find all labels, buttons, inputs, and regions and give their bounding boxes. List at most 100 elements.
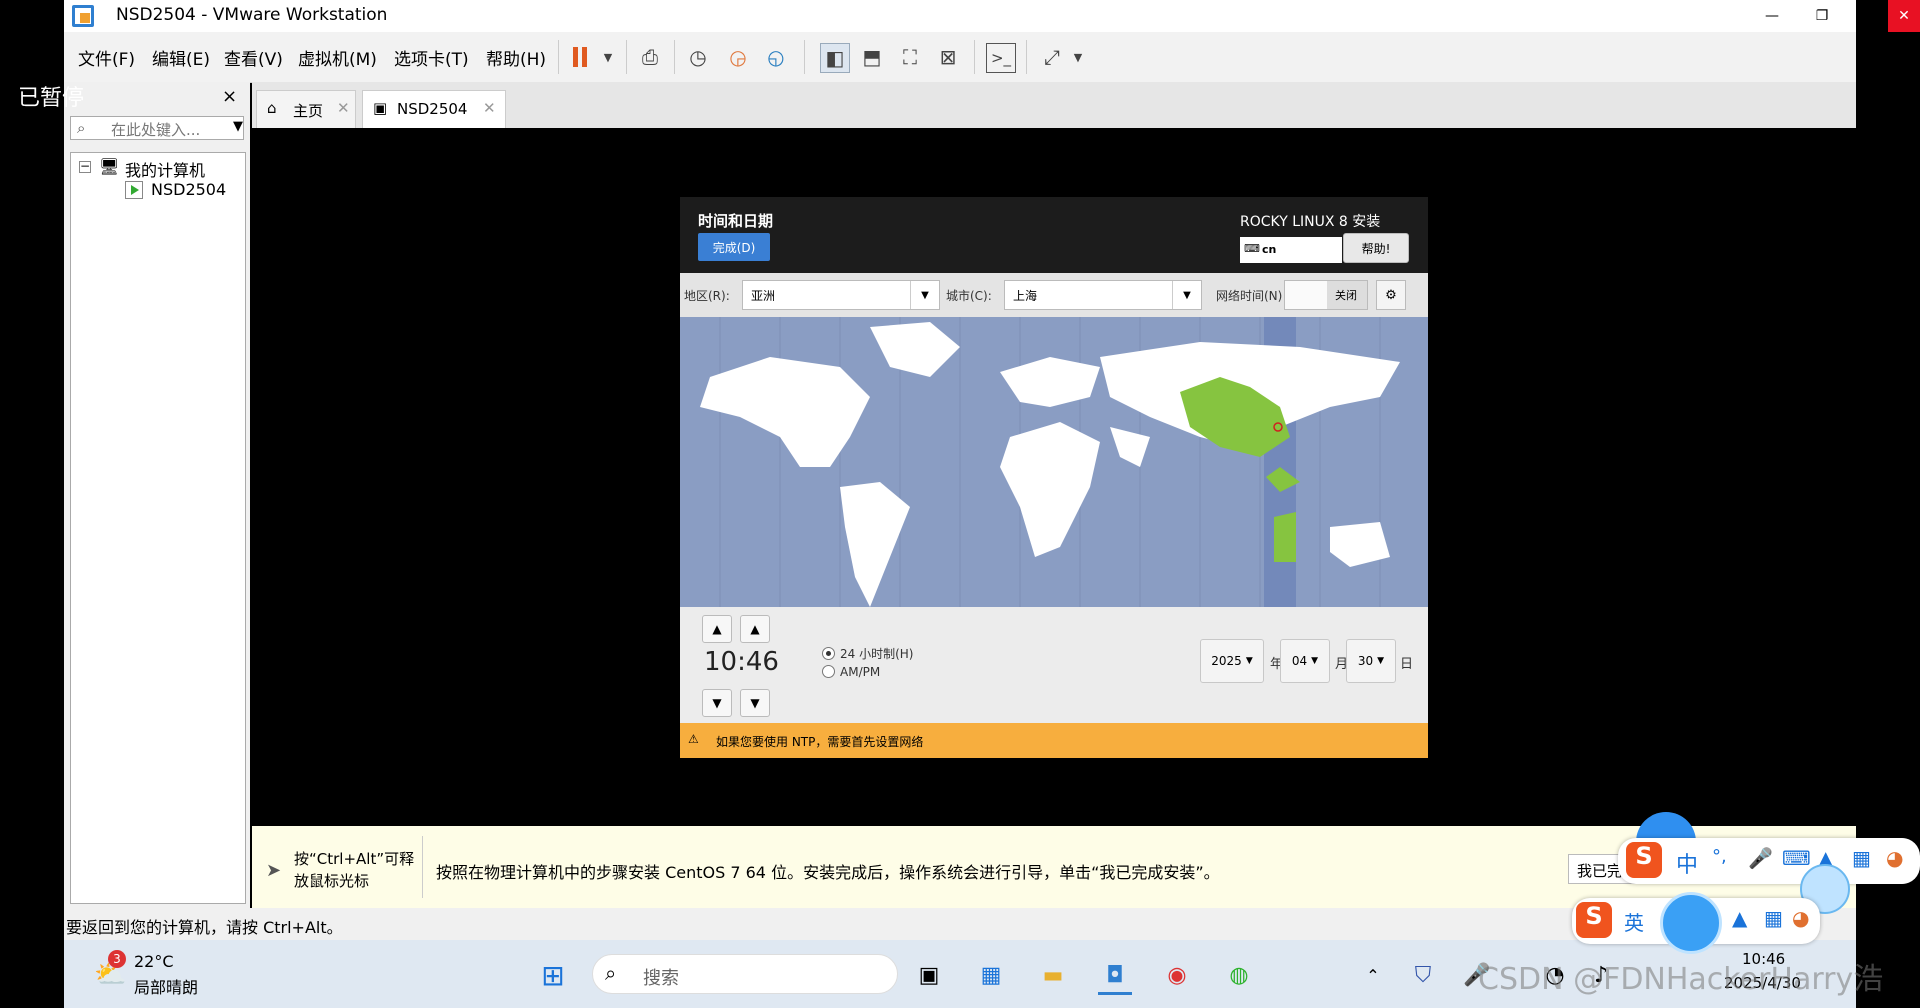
library-search-input[interactable]: ⌕ 在此处键入... ▼ [70,116,244,140]
minute-up-button[interactable]: ▲ [740,615,770,643]
weather-desc: 局部晴朗 [134,978,199,997]
menu-tabs[interactable]: 选项卡(T) [394,45,469,70]
ime-voice-icon[interactable]: 🎤 [1748,846,1773,870]
ime-keyboard-icon[interactable]: ⌨ [1782,846,1811,870]
taskbar-search-placeholder: 搜索 [643,968,679,989]
help-button[interactable]: 帮助! [1343,233,1409,263]
chevron-up-icon[interactable]: ⌃ [1356,958,1390,992]
chrome-icon[interactable]: ◉ [1160,958,1194,992]
maximize-button[interactable]: ❐ [1798,0,1846,32]
taskbar-search-input[interactable]: ⌕ 搜索 [592,954,898,994]
year-select[interactable]: 2025 ▼ [1200,639,1264,683]
hour-up-button[interactable]: ▲ [702,615,732,643]
menu-edit[interactable]: 编辑(E) [152,45,210,70]
hour-down-button[interactable]: ▼ [702,689,732,717]
send-keys-icon[interactable]: ⎙ [636,43,664,71]
day-unit: 日 [1400,657,1414,672]
menu-vm[interactable]: 虚拟机(M) [298,45,377,70]
wechat-icon[interactable]: ◍ [1222,958,1256,992]
network-time-toggle[interactable]: 关闭 [1284,280,1368,310]
radio-selected-icon [822,647,835,660]
toolbar-separator [674,40,675,74]
file-explorer-icon[interactable]: ▬ [1036,958,1070,992]
pause-icon[interactable] [568,43,592,71]
ime-chinese-toggle[interactable]: 中 [1676,847,1698,879]
library-view-icon[interactable]: ◧ [820,43,850,73]
keyboard-icon: ⌨ [1244,242,1260,255]
toolbar-separator [804,40,805,74]
close-icon[interactable]: ✕ [483,99,496,117]
release-cursor-hint-line1: 按“Ctrl+Alt”可释 [294,850,415,868]
chevron-down-icon[interactable]: ▼ [1064,43,1092,71]
tab-home[interactable]: ⌂ 主页 ✕ [256,90,356,128]
format-ampm-radio[interactable]: AM/PM [822,665,880,679]
snapshot-manager-icon[interactable]: ◵ [762,43,790,71]
time-display: 10:46 [704,647,779,677]
weather-badge: 3 [108,950,126,968]
ntp-warning-text: 如果您要使用 NTP，需要首先设置网络 [716,735,924,749]
snapshot-icon[interactable]: ◷ [684,43,712,71]
window-title: NSD2504 - VMware Workstation [116,5,388,25]
vmware-logo-icon [72,5,94,27]
keyboard-layout-indicator[interactable]: ⌨ cn [1240,237,1342,263]
toggle-state: 关闭 [1335,289,1357,302]
timezone-selector-row: 地区(R): 亚洲 ▼ 城市(C): 上海 ▼ 网络时间(N) 关闭 ⚙ [680,273,1428,317]
world-map-graphic [700,317,1400,607]
unity-icon[interactable]: ⊠ [934,43,962,71]
ime-toolbar-top: S 中 °, 🎤 ⌨ ▲ ▦ ◕ [1618,838,1920,884]
ntp-settings-icon[interactable]: ⚙ [1376,280,1406,310]
tree-item-nsd2504[interactable]: NSD2504 [151,180,227,199]
ime-mascot-icon[interactable]: ◕ [1792,906,1809,930]
timezone-map[interactable] [680,317,1428,607]
city-select[interactable]: 上海 ▼ [1004,280,1202,310]
task-view-icon[interactable]: ▣ [912,958,946,992]
title-bar: NSD2504 - VMware Workstation — ❐ ✕ [64,0,1920,32]
menu-file[interactable]: 文件(F) [78,45,135,70]
close-button[interactable]: ✕ [1888,0,1920,32]
close-icon[interactable]: ✕ [337,99,350,117]
full-screen-icon[interactable]: ⛶ [896,43,924,71]
divider [422,836,423,898]
minimize-button[interactable]: — [1748,0,1796,32]
format-24h-radio[interactable]: 24 小时制(H) [822,645,913,662]
ime-voice-bubble-icon[interactable] [1660,892,1722,954]
installer-header: 时间和日期 完成(D) ROCKY LINUX 8 安装 ⌨ cn 帮助! [680,197,1428,273]
chevron-down-icon: ▼ [1377,656,1385,666]
ime-apps-icon[interactable]: ▦ [1852,846,1871,870]
library-close-icon[interactable]: × [222,86,237,107]
collapse-icon[interactable]: − [79,160,91,173]
vmware-taskbar-icon[interactable]: ◘ [1098,958,1132,995]
stretch-icon[interactable]: ⤢ [1038,43,1066,71]
ime-english-toggle[interactable]: 英 [1624,907,1644,936]
minute-down-button[interactable]: ▼ [740,689,770,717]
store-icon[interactable]: ▦ [974,958,1008,992]
tab-nsd2504[interactable]: ▣ NSD2504 ✕ [362,90,506,128]
tree-item-my-computer[interactable]: 我的计算机 [125,157,205,181]
done-button[interactable]: 完成(D) [698,233,770,261]
start-icon[interactable]: ⊞ [536,958,570,992]
ime-apps-icon[interactable]: ▦ [1764,906,1783,930]
chevron-down-icon[interactable]: ▼ [594,43,622,71]
paused-label: 已暂停 [18,86,85,111]
install-hint-bar: ➤ 按“Ctrl+Alt”可释 放鼠标光标 按照在物理计算机中的步骤安装 Cen… [252,826,1856,908]
month-select[interactable]: 04 ▼ [1280,639,1330,683]
search-icon: ⌕ [605,961,617,985]
menu-help[interactable]: 帮助(H) [486,45,546,70]
install-instructions: 按照在物理计算机中的步骤安装 CentOS 7 64 位。安装完成后，操作系统会… [436,863,1220,882]
ime-punct-toggle[interactable]: °, [1712,846,1727,867]
vm-console[interactable]: 时间和日期 完成(D) ROCKY LINUX 8 安装 ⌨ cn 帮助! 地区… [252,128,1856,826]
shield-icon[interactable]: ⛉ [1406,958,1440,992]
chevron-down-icon[interactable]: ▼ [233,119,243,134]
region-select[interactable]: 亚洲 ▼ [742,280,940,310]
menu-view[interactable]: 查看(V) [224,45,283,70]
revert-snapshot-icon[interactable]: ◶ [724,43,752,71]
tab-nsd2504-label: NSD2504 [397,100,468,118]
ime-toolbar-bottom: S 英 ▲ ▦ ◕ [1572,892,1820,954]
home-icon: ⌂ [267,99,277,117]
day-select[interactable]: 30 ▼ [1346,639,1396,683]
ime-skin-icon[interactable]: ▲ [1732,906,1747,930]
ime-mascot-icon[interactable]: ◕ [1886,846,1903,870]
thumbnail-bar-icon[interactable]: ⬒ [858,43,886,71]
console-icon[interactable]: >_ [986,43,1016,73]
ntp-warning-bar: ⚠ 如果您要使用 NTP，需要首先设置网络 [680,723,1428,758]
